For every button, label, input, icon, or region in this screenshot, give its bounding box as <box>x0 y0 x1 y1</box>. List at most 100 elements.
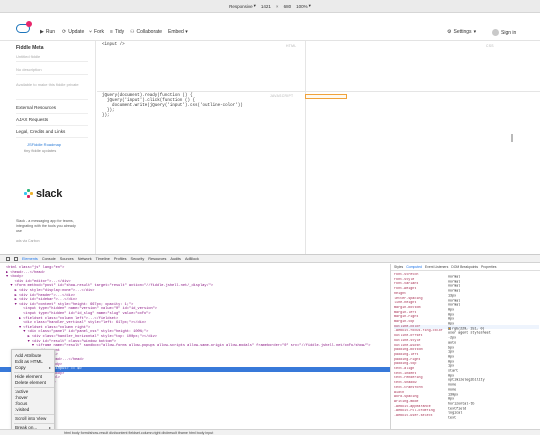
device-dropdown[interactable]: Responsive ▾ <box>229 3 256 9</box>
slack-icon <box>24 189 34 199</box>
context-menu-item[interactable]: Add Attribute <box>15 353 41 358</box>
slack-wordmark: slack <box>36 188 63 200</box>
fiddle-header <box>0 13 540 41</box>
divider <box>16 137 88 138</box>
code-line: document.write(jQuery('input').css('outl… <box>102 104 243 108</box>
ad-credit[interactable]: ads via Carbon <box>16 239 40 243</box>
styles-sidebar: Styles Computed Event Listeners DOM Brea… <box>390 264 540 435</box>
play-icon: ▶ <box>40 29 44 35</box>
js-panel-label: JAVASCRIPT <box>270 94 294 98</box>
html-editor[interactable]: <input /> <box>102 43 125 48</box>
dom-node-line[interactable]: ▼ <iframe name="result" sandbox="allow-f… <box>6 344 371 349</box>
zoom-label: 100% <box>296 3 308 9</box>
jsfiddle-logo-icon[interactable] <box>16 21 32 33</box>
inspect-icon[interactable] <box>6 256 10 261</box>
slack-ad-logo[interactable]: slack <box>24 188 62 200</box>
chevron-down-icon: ▾ <box>253 3 256 8</box>
context-menu-item[interactable]: :hover <box>15 395 28 400</box>
tab-audits[interactable]: Audits <box>170 257 181 261</box>
width-field[interactable]: 1421 <box>261 4 271 9</box>
tab-profiles[interactable]: Profiles <box>114 257 127 261</box>
result-input-highlight[interactable] <box>305 94 347 99</box>
tab-styles[interactable]: Styles <box>394 265 403 269</box>
css-panel-label: CSS <box>486 44 494 48</box>
scrollbar-thumb[interactable] <box>511 134 513 142</box>
tab-dom-breakpoints[interactable]: DOM Breakpoints <box>451 265 478 269</box>
vertical-pane-divider[interactable] <box>305 41 306 254</box>
context-menu-item[interactable]: :visited <box>15 407 29 412</box>
sidebar-item-external-resources[interactable]: External Resources <box>16 105 56 110</box>
context-menu-item[interactable]: Edit as HTML <box>15 359 43 364</box>
context-menu-item[interactable]: :active <box>15 389 28 394</box>
tab-network[interactable]: Network <box>78 257 92 261</box>
sidebar-item-legal[interactable]: Legal, Credits and Links <box>16 129 65 134</box>
horizontal-pane-divider-left[interactable] <box>97 91 305 92</box>
tab-resources[interactable]: Resources <box>148 257 166 261</box>
embed-button[interactable]: Embed ▾ <box>168 29 188 35</box>
devtools-panel: Elements Console Sources Network Timelin… <box>0 254 540 435</box>
sidebar-title: Fiddle Meta <box>16 45 44 51</box>
fiddle-name-input[interactable]: Untitled fiddle <box>16 53 88 62</box>
menu-separator <box>14 387 54 388</box>
fork-button[interactable]: ⑂ Fork <box>89 29 104 35</box>
context-menu-item[interactable]: Copy <box>15 365 26 370</box>
refresh-icon: ⟳ <box>62 29 67 35</box>
submenu-arrow-icon: ▸ <box>48 365 51 370</box>
elements-tree[interactable]: <html class="js" lang="en"> ▶ <head>...</… <box>0 264 390 435</box>
gear-icon: ⚙ <box>447 29 452 35</box>
tab-computed[interactable]: Computed <box>406 265 422 269</box>
tab-console[interactable]: Console <box>42 257 56 261</box>
zoom-dropdown[interactable]: 100% ▾ <box>296 3 311 9</box>
tab-adblock[interactable]: AdBlock <box>185 257 199 261</box>
context-menu: Add Attribute Edit as HTML Copy ▸ Hide eleme… <box>11 349 55 435</box>
chevron-down-icon: ▾ <box>308 3 311 8</box>
run-button[interactable]: ▶ Run <box>40 29 55 35</box>
menu-separator <box>14 423 54 424</box>
fork-icon: ⑂ <box>89 29 93 35</box>
tab-security[interactable]: Security <box>131 257 145 261</box>
people-icon: ⚇ <box>130 29 135 35</box>
code-line: }); <box>102 114 110 118</box>
roadmap-link[interactable]: JSFiddle Roadmap <box>27 142 61 147</box>
collaborate-button[interactable]: ⚇ Collaborate <box>130 29 162 35</box>
tab-event-listeners[interactable]: Event Listeners <box>425 265 448 269</box>
context-menu-item[interactable]: Hide element <box>15 374 42 379</box>
tab-timeline[interactable]: Timeline <box>96 257 110 261</box>
device-label: Responsive <box>229 3 253 9</box>
dimension-separator: × <box>275 3 279 9</box>
divider <box>16 99 88 100</box>
settings-button[interactable]: ⚙ Settings ▾ <box>447 29 476 35</box>
horizontal-pane-divider-right[interactable] <box>306 91 540 92</box>
device-toolbar: Responsive ▾ 1421 × 680 100% ▾ <box>0 0 540 13</box>
tab-properties[interactable]: Properties <box>481 265 496 269</box>
tidy-icon: ≡ <box>110 29 113 35</box>
context-menu-item[interactable]: Scroll into View <box>15 416 46 421</box>
roadmap-subtitle: tiny fiddle updates <box>24 148 57 153</box>
sidebar-item-ajax-requests[interactable]: AJAX Requests <box>16 117 48 122</box>
device-mode-icon[interactable] <box>14 256 18 261</box>
tidy-button[interactable]: ≡ Tidy <box>110 29 124 35</box>
private-note: Available to make this fiddle private <box>16 82 79 87</box>
styles-tabbar: Styles Computed Event Listeners DOM Brea… <box>391 264 540 271</box>
computed-property-row[interactable]: -webkit-user-select text <box>394 414 539 421</box>
update-button[interactable]: ⟳ Update <box>62 29 84 35</box>
fiddle-description-input[interactable]: No description <box>16 66 88 75</box>
property-name: -webkit-user-select <box>394 414 433 418</box>
signin-button[interactable]: Sign in <box>492 29 516 36</box>
avatar <box>492 29 499 36</box>
html-panel-label: HTML <box>286 44 297 48</box>
browser-window: Responsive ▾ 1421 × 680 100% ▾ ▶ Run ⟳ Updat… <box>0 0 540 435</box>
breadcrumb[interactable]: html body form#show-result div#content f… <box>0 429 540 435</box>
height-field[interactable]: 680 <box>284 4 292 9</box>
editor-area <box>97 41 540 254</box>
menu-separator <box>14 414 54 415</box>
tab-sources[interactable]: Sources <box>60 257 74 261</box>
tab-elements[interactable]: Elements <box>22 257 38 261</box>
context-menu-item[interactable]: :focus <box>15 401 27 406</box>
property-value: text <box>448 416 457 421</box>
context-menu-item[interactable]: Delete element <box>15 380 46 385</box>
chevron-down-icon: ▾ <box>473 29 477 35</box>
ad-description[interactable]: Slack - a messaging app for teams, integ… <box>16 219 82 234</box>
divider <box>16 125 88 126</box>
divider <box>16 113 88 114</box>
